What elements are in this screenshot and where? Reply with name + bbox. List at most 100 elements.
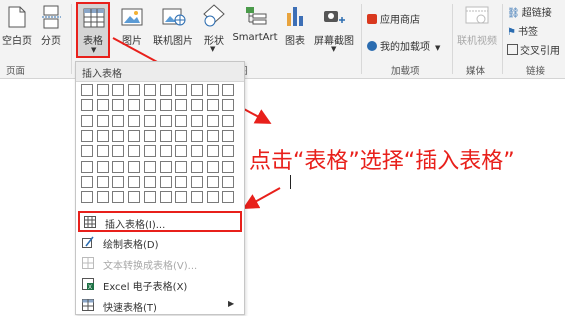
- grid-cell[interactable]: [81, 175, 93, 188]
- grid-cell[interactable]: [190, 145, 203, 158]
- grid-cell[interactable]: [159, 99, 172, 112]
- grid-cell[interactable]: [96, 191, 109, 204]
- insert-table-icon: [84, 216, 96, 228]
- grid-cell[interactable]: [159, 84, 172, 96]
- grid-cell[interactable]: [128, 160, 141, 173]
- quick-tables-icon: [82, 299, 94, 311]
- menu-item-excel-spreadsheet[interactable]: X Excel 电子表格(X): [76, 274, 244, 295]
- grid-cell[interactable]: [222, 114, 235, 127]
- grid-cell[interactable]: [112, 175, 125, 188]
- grid-cell[interactable]: [81, 114, 93, 127]
- grid-cell[interactable]: [175, 160, 188, 173]
- arrow-to-insert-table: [242, 187, 281, 209]
- grid-cell[interactable]: [128, 191, 141, 204]
- grid-cell[interactable]: [96, 145, 109, 158]
- grid-cell[interactable]: [81, 145, 93, 158]
- grid-cell[interactable]: [112, 129, 125, 142]
- grid-cell[interactable]: [175, 145, 188, 158]
- grid-cell[interactable]: [96, 175, 109, 188]
- grid-cell[interactable]: [96, 160, 109, 173]
- grid-cell[interactable]: [81, 160, 93, 173]
- menu-item-draw-table[interactable]: 绘制表格(D): [76, 232, 244, 253]
- grid-cell[interactable]: [175, 99, 188, 112]
- grid-cell[interactable]: [190, 84, 203, 96]
- grid-cell[interactable]: [143, 84, 156, 96]
- grid-cell[interactable]: [222, 129, 235, 142]
- grid-cell[interactable]: [112, 99, 125, 112]
- grid-cell[interactable]: [222, 145, 235, 158]
- grid-cell[interactable]: [96, 84, 109, 96]
- grid-cell[interactable]: [190, 175, 203, 188]
- grid-cell[interactable]: [175, 84, 188, 96]
- grid-cell[interactable]: [143, 160, 156, 173]
- grid-cell[interactable]: [190, 99, 203, 112]
- grid-cell[interactable]: [206, 114, 219, 127]
- grid-cell[interactable]: [128, 114, 141, 127]
- svg-text:X: X: [88, 285, 92, 290]
- menu-item-label: 文本转换成表格(V)...: [103, 261, 198, 272]
- grid-cell[interactable]: [159, 114, 172, 127]
- grid-cell[interactable]: [206, 175, 219, 188]
- grid-cell[interactable]: [112, 145, 125, 158]
- grid-cell[interactable]: [81, 129, 93, 142]
- grid-cell[interactable]: [81, 84, 93, 96]
- dropdown-title: 插入表格: [82, 69, 122, 80]
- grid-cell[interactable]: [112, 160, 125, 173]
- grid-cell[interactable]: [143, 191, 156, 204]
- grid-cell[interactable]: [190, 114, 203, 127]
- grid-cell[interactable]: [81, 99, 93, 112]
- menu-item-insert-table[interactable]: 插入表格(I)...: [78, 211, 242, 232]
- menu-item-text-to-table: 文本转换成表格(V)...: [76, 253, 244, 274]
- grid-cell[interactable]: [143, 175, 156, 188]
- menu-item-label: 插入表格(I)...: [105, 220, 166, 231]
- grid-cell[interactable]: [222, 99, 235, 112]
- submenu-arrow-icon: ▶: [228, 299, 235, 308]
- grid-cell[interactable]: [175, 129, 188, 142]
- grid-cell[interactable]: [128, 99, 141, 112]
- grid-cell[interactable]: [143, 114, 156, 127]
- grid-cell[interactable]: [128, 145, 141, 158]
- grid-cell[interactable]: [143, 129, 156, 142]
- grid-cell[interactable]: [112, 84, 125, 96]
- grid-cell[interactable]: [175, 114, 188, 127]
- grid-cell[interactable]: [128, 84, 141, 96]
- grid-cell[interactable]: [143, 99, 156, 112]
- grid-cell[interactable]: [206, 160, 219, 173]
- menu-item-label: Excel 电子表格(X): [103, 282, 188, 293]
- text-to-table-icon: [82, 257, 94, 269]
- grid-cell[interactable]: [206, 99, 219, 112]
- grid-cell[interactable]: [222, 84, 235, 96]
- grid-cell[interactable]: [190, 160, 203, 173]
- grid-cell[interactable]: [159, 160, 172, 173]
- grid-cell[interactable]: [175, 191, 188, 204]
- insert-table-dropdown: 插入表格 插入表格(I)... 绘制表格(D) 文本转换成表格(V)... X …: [75, 61, 245, 315]
- grid-cell[interactable]: [206, 84, 219, 96]
- grid-cell[interactable]: [190, 191, 203, 204]
- grid-cell[interactable]: [96, 114, 109, 127]
- dropdown-header: 插入表格: [76, 62, 244, 82]
- grid-cell[interactable]: [222, 191, 235, 204]
- grid-cell[interactable]: [112, 191, 125, 204]
- grid-cell[interactable]: [206, 129, 219, 142]
- grid-cell[interactable]: [96, 129, 109, 142]
- grid-cell[interactable]: [222, 160, 235, 173]
- menu-item-label: 快速表格(T): [103, 303, 157, 314]
- grid-cell[interactable]: [128, 129, 141, 142]
- grid-cell[interactable]: [143, 145, 156, 158]
- grid-cell[interactable]: [159, 129, 172, 142]
- grid-cell[interactable]: [159, 191, 172, 204]
- grid-cell[interactable]: [206, 145, 219, 158]
- grid-cell[interactable]: [190, 129, 203, 142]
- grid-cell[interactable]: [112, 114, 125, 127]
- grid-cell[interactable]: [96, 99, 109, 112]
- grid-cell[interactable]: [81, 191, 93, 204]
- menu-item-label: 绘制表格(D): [103, 240, 159, 251]
- excel-icon: X: [82, 278, 94, 290]
- draw-table-icon: [82, 236, 94, 248]
- grid-cell[interactable]: [222, 175, 235, 188]
- grid-cell[interactable]: [206, 191, 219, 204]
- grid-cell[interactable]: [159, 175, 172, 188]
- grid-cell[interactable]: [128, 175, 141, 188]
- grid-cell[interactable]: [175, 175, 188, 188]
- grid-cell[interactable]: [159, 145, 172, 158]
